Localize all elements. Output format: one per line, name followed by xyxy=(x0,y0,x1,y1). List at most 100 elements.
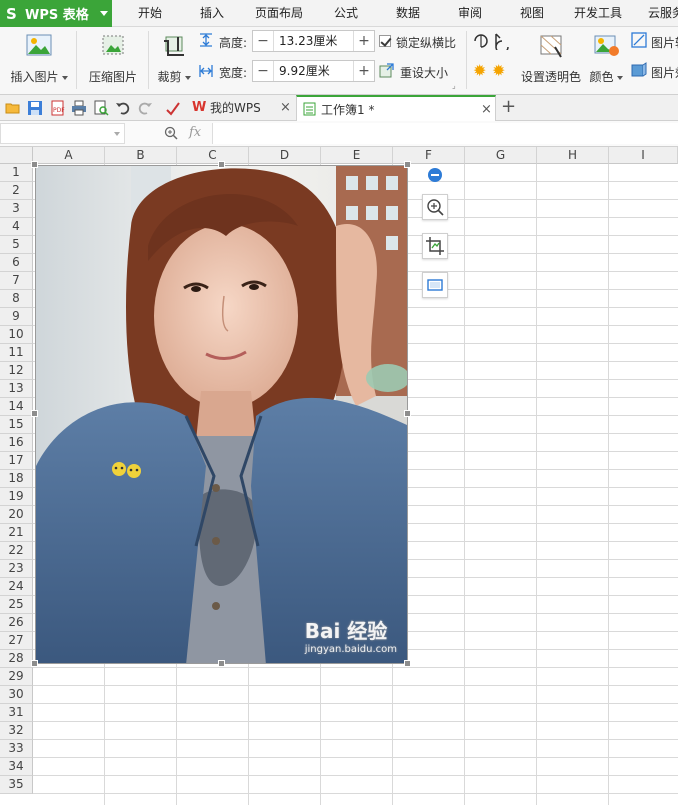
row-header[interactable]: 29 xyxy=(0,668,33,686)
width-stepper[interactable]: − 9.92厘米 + xyxy=(252,60,375,82)
resize-handle[interactable] xyxy=(218,161,225,168)
height-stepper[interactable]: − 13.23厘米 + xyxy=(252,30,375,52)
row-header[interactable]: 11 xyxy=(0,344,33,362)
inserted-photo[interactable]: Bai 经验 jingyan.baidu.com xyxy=(35,165,408,664)
chevron-down-icon[interactable] xyxy=(114,132,120,136)
rotate-flip-icon[interactable] xyxy=(472,32,512,50)
row-header[interactable]: 8 xyxy=(0,290,33,308)
undo-icon[interactable] xyxy=(115,100,131,116)
decrease-width-button[interactable]: − xyxy=(253,61,273,81)
resize-handle[interactable] xyxy=(404,660,411,667)
menu-cloud[interactable]: 云服务 xyxy=(648,0,678,27)
row-header[interactable]: 19 xyxy=(0,488,33,506)
increase-width-button[interactable]: + xyxy=(354,61,374,81)
row-header[interactable]: 25 xyxy=(0,596,33,614)
column-header[interactable]: G xyxy=(465,147,537,164)
app-menu-button[interactable]: S WPS 表格 xyxy=(0,0,112,27)
column-header[interactable]: I xyxy=(609,147,678,164)
column-header[interactable]: B xyxy=(105,147,177,164)
row-header[interactable]: 18 xyxy=(0,470,33,488)
row-header[interactable]: 35 xyxy=(0,776,33,794)
row-header[interactable]: 22 xyxy=(0,542,33,560)
name-box[interactable] xyxy=(0,123,125,144)
row-header[interactable]: 15 xyxy=(0,416,33,434)
zoom-picture-button[interactable] xyxy=(422,194,448,220)
row-header[interactable]: 30 xyxy=(0,686,33,704)
row-header[interactable]: 27 xyxy=(0,632,33,650)
row-header[interactable]: 14 xyxy=(0,398,33,416)
menu-insert[interactable]: 插入 xyxy=(200,0,224,27)
tab-my-wps[interactable]: W 我的WPS × xyxy=(186,95,296,121)
row-header[interactable]: 9 xyxy=(0,308,33,326)
row-header[interactable]: 12 xyxy=(0,362,33,380)
decrease-height-button[interactable]: − xyxy=(253,31,273,51)
reset-size-button[interactable]: 重设大小 xyxy=(400,64,448,81)
column-header[interactable]: H xyxy=(537,147,609,164)
height-input[interactable]: 13.23厘米 xyxy=(273,31,354,51)
tab-workbook[interactable]: 工作簿1 * × xyxy=(296,95,496,121)
resize-handle[interactable] xyxy=(31,410,38,417)
picture-outline-button[interactable]: 图片轮廓 xyxy=(651,34,678,51)
resize-handle[interactable] xyxy=(404,161,411,168)
row-header[interactable]: 4 xyxy=(0,218,33,236)
row-header[interactable]: 26 xyxy=(0,614,33,632)
redo-icon[interactable] xyxy=(137,100,153,116)
menu-developer[interactable]: 开发工具 xyxy=(574,0,622,27)
column-header[interactable]: C xyxy=(177,147,249,164)
select-all-corner[interactable] xyxy=(0,147,33,164)
column-header[interactable]: A xyxy=(33,147,105,164)
row-header[interactable]: 3 xyxy=(0,200,33,218)
save-icon[interactable] xyxy=(27,100,43,116)
close-icon[interactable]: × xyxy=(481,97,492,123)
insert-picture-button[interactable]: 插入图片 xyxy=(8,33,70,85)
row-header[interactable]: 28 xyxy=(0,650,33,668)
set-transparent-button[interactable]: 设置透明色 xyxy=(520,33,582,85)
row-header[interactable]: 7 xyxy=(0,272,33,290)
row-header[interactable]: 32 xyxy=(0,722,33,740)
menu-start[interactable]: 开始 xyxy=(138,0,162,27)
row-header[interactable]: 33 xyxy=(0,740,33,758)
customize-toolbar-icon[interactable] xyxy=(165,100,181,116)
print-preview-icon[interactable] xyxy=(93,100,109,116)
menu-review[interactable]: 审阅 xyxy=(458,0,482,27)
new-tab-icon[interactable]: + xyxy=(501,96,516,117)
row-header[interactable]: 6 xyxy=(0,254,33,272)
menu-formula[interactable]: 公式 xyxy=(334,0,358,27)
open-folder-icon[interactable] xyxy=(5,100,21,116)
picture-outline-icon[interactable] xyxy=(631,32,647,48)
column-header[interactable]: E xyxy=(321,147,393,164)
row-header[interactable]: 13 xyxy=(0,380,33,398)
resize-handle[interactable] xyxy=(31,161,38,168)
export-pdf-icon[interactable]: PDF xyxy=(49,100,65,116)
lock-ratio-checkbox[interactable] xyxy=(379,35,391,47)
zoom-icon[interactable] xyxy=(164,126,178,140)
row-header[interactable]: 17 xyxy=(0,452,33,470)
picture-frame-button[interactable] xyxy=(422,272,448,298)
width-input[interactable]: 9.92厘米 xyxy=(273,61,354,81)
resize-handle[interactable] xyxy=(31,660,38,667)
dialog-launcher-icon[interactable]: ⌟ xyxy=(452,81,456,90)
row-header[interactable]: 31 xyxy=(0,704,33,722)
menu-data[interactable]: 数据 xyxy=(396,0,420,27)
column-header[interactable]: D xyxy=(249,147,321,164)
compress-picture-button[interactable]: 压缩图片 xyxy=(86,33,140,85)
row-header[interactable]: 5 xyxy=(0,236,33,254)
picture-effect-icon[interactable] xyxy=(631,62,647,78)
row-header[interactable]: 23 xyxy=(0,560,33,578)
collapse-icon[interactable] xyxy=(428,168,442,182)
row-header[interactable]: 2 xyxy=(0,182,33,200)
row-header[interactable]: 16 xyxy=(0,434,33,452)
brightness-decrease-icon[interactable]: ✹ xyxy=(492,61,505,80)
row-header[interactable]: 24 xyxy=(0,578,33,596)
crop-picture-button[interactable] xyxy=(422,233,448,259)
row-header[interactable]: 34 xyxy=(0,758,33,776)
formula-input[interactable] xyxy=(212,123,678,144)
close-icon[interactable]: × xyxy=(280,95,291,121)
row-header[interactable]: 21 xyxy=(0,524,33,542)
insert-function-button[interactable]: fx xyxy=(189,125,201,140)
brightness-increase-icon[interactable]: ✹ xyxy=(473,61,486,80)
menu-view[interactable]: 视图 xyxy=(520,0,544,27)
crop-button[interactable]: 裁剪 xyxy=(155,33,193,85)
row-header[interactable]: 20 xyxy=(0,506,33,524)
resize-handle[interactable] xyxy=(218,660,225,667)
